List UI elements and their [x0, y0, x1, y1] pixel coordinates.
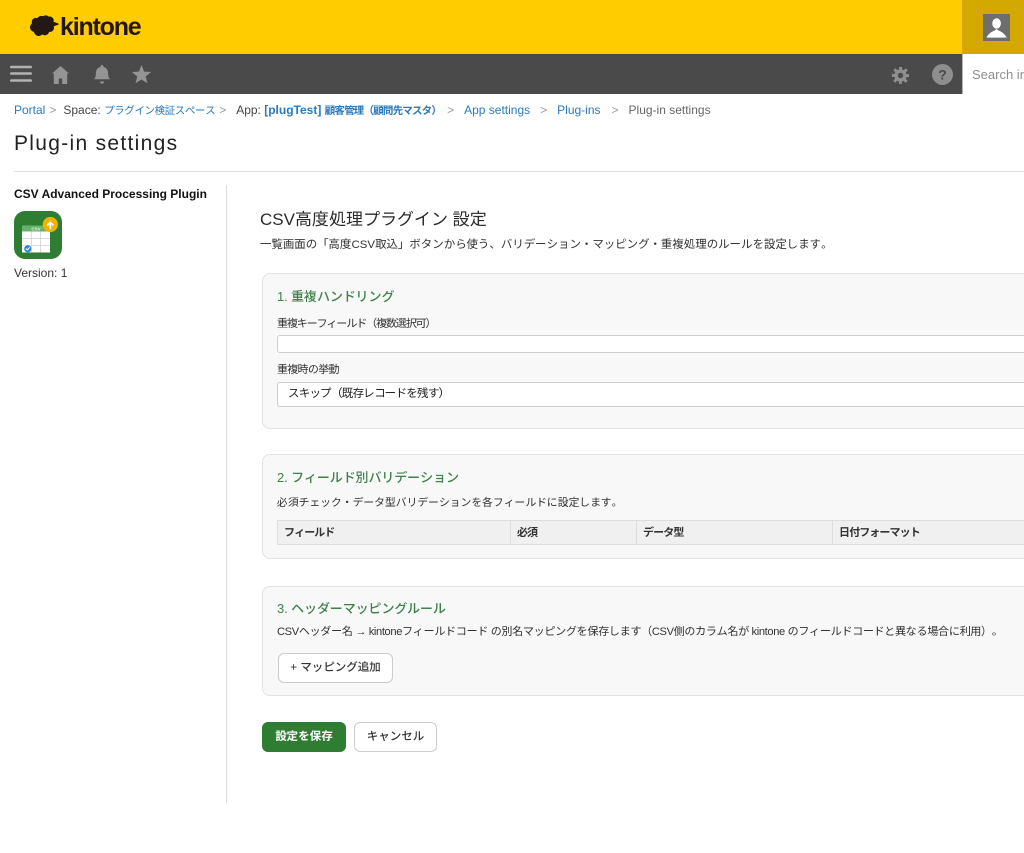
- svg-text:CSV: CSV: [31, 227, 40, 232]
